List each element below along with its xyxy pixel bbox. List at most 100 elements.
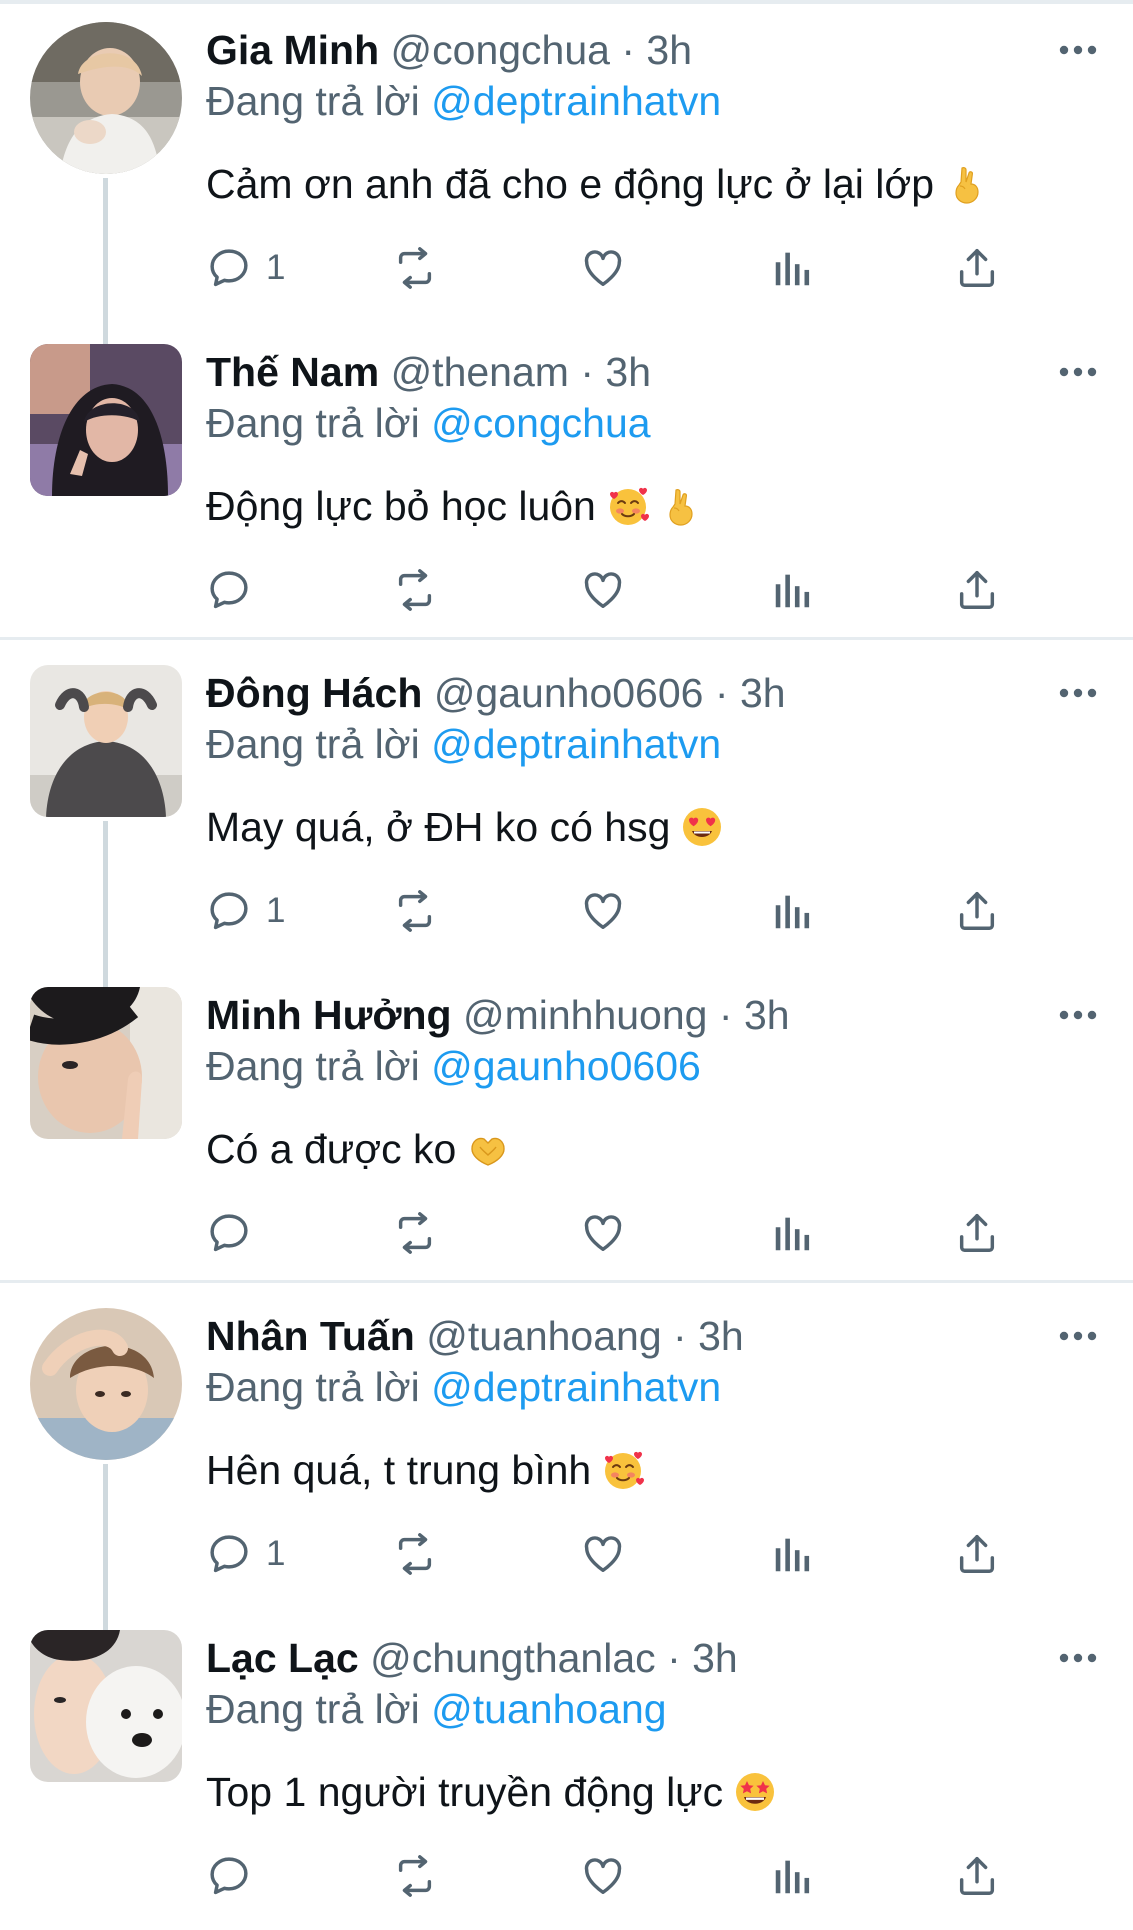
share-icon (954, 245, 1000, 291)
reply-button[interactable]: 1 (206, 883, 316, 939)
timestamp[interactable]: 3h (692, 1635, 738, 1681)
tweet-text-content: Có a được ko (206, 1126, 457, 1172)
more-options-button[interactable] (1052, 1638, 1104, 1678)
views-button[interactable] (770, 1205, 826, 1261)
views-button[interactable] (770, 240, 826, 296)
like-button[interactable] (580, 1848, 636, 1904)
retweet-button[interactable] (392, 1848, 448, 1904)
display-name[interactable]: Thế Nam (206, 349, 379, 395)
reply-target-mention[interactable]: @gaunho0606 (431, 1043, 701, 1089)
more-options-button[interactable] (1052, 1316, 1104, 1356)
user-handle[interactable]: @tuanhoang (426, 1313, 661, 1359)
separator-dot: · (714, 670, 729, 716)
tweet-header: Nhân Tuấn @tuanhoang · 3h (206, 1310, 1046, 1362)
share-button[interactable] (954, 1848, 1010, 1904)
like-button[interactable] (580, 1205, 636, 1261)
avatar[interactable] (30, 344, 182, 496)
share-button[interactable] (954, 1526, 1010, 1582)
more-options-button[interactable] (1052, 352, 1104, 392)
replying-to-line: Đang trả lời @deptrainhatvn (206, 1361, 721, 1413)
separator-dot: · (580, 349, 594, 395)
retweet-button[interactable] (392, 1526, 448, 1582)
tweet-header: Lạc Lạc @chungthanlac · 3h (206, 1632, 1046, 1684)
tweet-minh-huong[interactable]: Minh Hưởng @minhhuong · 3h Đang trả lời … (0, 965, 1133, 1287)
separator-dot: · (667, 1635, 681, 1681)
reply-button[interactable] (206, 1205, 316, 1261)
user-handle[interactable]: @minhhuong (463, 992, 708, 1038)
replying-to-line: Đang trả lời @deptrainhatvn (206, 75, 721, 127)
share-button[interactable] (954, 240, 1010, 296)
avatar[interactable] (30, 22, 182, 174)
separator-dot: · (718, 992, 733, 1038)
reply-target-mention[interactable]: @tuanhoang (431, 1686, 666, 1732)
user-handle[interactable]: @chungthanlac (370, 1635, 656, 1681)
display-name[interactable]: Lạc Lạc (206, 1635, 359, 1681)
share-button[interactable] (954, 1205, 1010, 1261)
like-button[interactable] (580, 1526, 636, 1582)
retweet-icon (392, 567, 438, 613)
reply-icon (206, 1531, 252, 1577)
reply-icon (206, 1853, 252, 1899)
like-button[interactable] (580, 883, 636, 939)
retweet-button[interactable] (392, 883, 448, 939)
share-button[interactable] (954, 562, 1010, 618)
tweet-the-nam[interactable]: Thế Nam @thenam · 3h Đang trả lời @congc… (0, 322, 1133, 644)
reply-target-mention[interactable]: @deptrainhatvn (431, 721, 721, 767)
avatar[interactable] (30, 1308, 182, 1460)
reply-target-mention[interactable]: @deptrainhatvn (431, 78, 721, 124)
tweet-text: Động lực bỏ học luôn (206, 478, 702, 534)
share-button[interactable] (954, 883, 1010, 939)
views-button[interactable] (770, 562, 826, 618)
reply-button[interactable]: 1 (206, 1526, 316, 1582)
tweet-lac-lac[interactable]: Lạc Lạc @chungthanlac · 3h Đang trả lời … (0, 1608, 1133, 1930)
more-options-button[interactable] (1052, 995, 1104, 1035)
avatar[interactable] (30, 1630, 182, 1782)
display-name[interactable]: Đông Hách (206, 670, 422, 716)
action-bar: 1 (0, 1526, 1133, 1582)
replying-to-label: Đang trả lời (206, 1686, 420, 1732)
user-handle[interactable]: @thenam (391, 349, 569, 395)
reply-button[interactable]: 1 (206, 240, 316, 296)
more-options-button[interactable] (1052, 673, 1104, 713)
replying-to-line: Đang trả lời @tuanhoang (206, 1683, 667, 1735)
reply-target-mention[interactable]: @congchua (431, 400, 650, 446)
thread-divider (0, 637, 1133, 640)
reply-button[interactable] (206, 562, 316, 618)
views-button[interactable] (770, 1526, 826, 1582)
views-button[interactable] (770, 1848, 826, 1904)
reply-icon (206, 245, 252, 291)
timestamp[interactable]: 3h (605, 349, 651, 395)
views-button[interactable] (770, 883, 826, 939)
separator-dot: · (673, 1313, 687, 1359)
reply-icon (206, 567, 252, 613)
like-button[interactable] (580, 562, 636, 618)
display-name[interactable]: Minh Hưởng (206, 992, 452, 1038)
reply-button[interactable] (206, 1848, 316, 1904)
tweet-text: Top 1 người truyền động lực (206, 1764, 777, 1820)
like-button[interactable] (580, 240, 636, 296)
tweet-gia-minh[interactable]: Gia Minh @congchua · 3h Đang trả lời @de… (0, 0, 1133, 344)
timestamp[interactable]: 3h (744, 992, 790, 1038)
like-icon (580, 245, 626, 291)
avatar[interactable] (30, 987, 182, 1139)
display-name[interactable]: Nhân Tuấn (206, 1313, 415, 1359)
retweet-button[interactable] (392, 1205, 448, 1261)
retweet-icon (392, 1853, 438, 1899)
reply-target-mention[interactable]: @deptrainhatvn (431, 1364, 721, 1410)
timestamp[interactable]: 3h (646, 27, 692, 73)
timestamp[interactable]: 3h (698, 1313, 744, 1359)
avatar[interactable] (30, 665, 182, 817)
tweet-dong-hach[interactable]: Đông Hách @gaunho0606 · 3h Đang trả lời … (0, 643, 1133, 987)
user-handle[interactable]: @gaunho0606 (434, 670, 704, 716)
tweet-nhan-tuan[interactable]: Nhân Tuấn @tuanhoang · 3h Đang trả lời @… (0, 1286, 1133, 1630)
display-name[interactable]: Gia Minh (206, 27, 379, 73)
retweet-button[interactable] (392, 562, 448, 618)
more-dots-icon (1052, 352, 1104, 392)
views-icon (770, 1210, 816, 1256)
more-options-button[interactable] (1052, 30, 1104, 70)
tweet-text-content: May quá, ở ĐH ko có hsg (206, 804, 671, 850)
user-handle[interactable]: @congchua (391, 27, 610, 73)
share-icon (954, 888, 1000, 934)
retweet-button[interactable] (392, 240, 448, 296)
timestamp[interactable]: 3h (740, 670, 786, 716)
